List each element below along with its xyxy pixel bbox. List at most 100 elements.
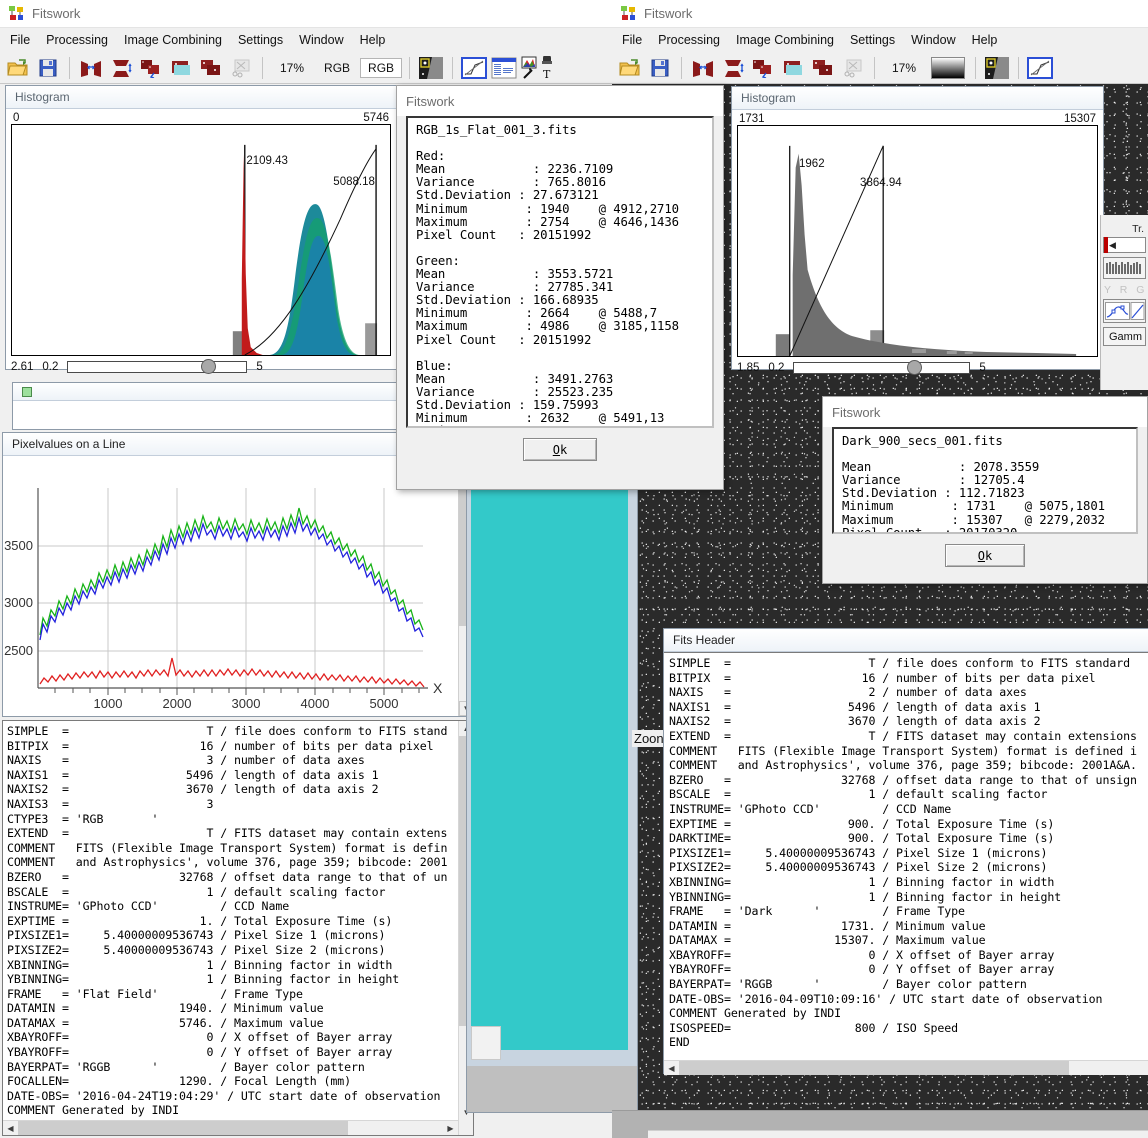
rgb-statistics-dialog[interactable]: Fitswork RGB_1s_Flat_001_3.fits Red: Mea…	[396, 85, 724, 490]
side-tool-strip[interactable]: Tr. ◀ Y R G	[1100, 215, 1148, 390]
menu-image-combining-front[interactable]: Image Combining	[728, 31, 842, 49]
histogram-icon[interactable]	[460, 55, 488, 81]
rgb-toggle-button[interactable]: RGB	[360, 58, 402, 78]
histogram-icon-front[interactable]	[1026, 55, 1054, 81]
open-folder-icon-front[interactable]	[616, 55, 644, 81]
dark-statistics-ok-button[interactable]: Ok	[945, 544, 1025, 567]
fits-header-textview-left[interactable]: SIMPLE = T / file does conform to FITS s…	[2, 720, 474, 1136]
dark-statistics-dialog-title: Fitswork	[823, 397, 1147, 427]
image-stack-icon-front[interactable]	[779, 55, 807, 81]
crop-scissors-icon[interactable]	[227, 55, 255, 81]
open-folder-icon[interactable]	[4, 55, 32, 81]
mirror-horizontal-icon-front[interactable]	[689, 55, 717, 81]
menu-settings[interactable]: Settings	[230, 31, 291, 49]
rgb-statistics-text: RGB_1s_Flat_001_3.fits Red: Mean : 2236.…	[416, 124, 704, 428]
gamma-button-label: Gamm	[1109, 331, 1142, 343]
scroll-right-arrow-icon[interactable]: ▶	[443, 1121, 458, 1136]
teal-image-canvas[interactable]	[471, 410, 628, 1050]
svg-text:3000: 3000	[4, 595, 33, 610]
menubar-front[interactable]: File Processing Image Combining Settings…	[612, 28, 1148, 52]
fits-header-left-hscrollbar[interactable]: ◀ ▶	[3, 1120, 458, 1135]
histogram-right-max: 15307	[1064, 113, 1096, 125]
histogram-left-slider-max: 5	[256, 361, 262, 373]
fits-header-left-text: SIMPLE = T / file does conform to FITS s…	[3, 721, 473, 1136]
dark-statistics-dialog-body: Dark_900_secs_001.fits Mean : 2078.3559 …	[832, 427, 1138, 534]
histogram-right-footer[interactable]: 1.85 0.2 5	[737, 357, 1098, 374]
hscroll-thumb-right[interactable]	[679, 1061, 1069, 1075]
histogram-panel-left[interactable]: Histogram 0 5746	[5, 85, 397, 370]
teal-image-window[interactable]	[466, 403, 638, 1113]
histogram-left-marker-low: 2109.43	[246, 155, 288, 167]
menu-image-combining[interactable]: Image Combining	[116, 31, 230, 49]
hscroll-thumb[interactable]	[18, 1121, 348, 1136]
pixelvalues-chart: 3500 3000 2500 1000 2000 3000 4000 5000 …	[3, 458, 458, 710]
fits-header-panel-right[interactable]: Fits Header SIMPLE = T / file does confo…	[663, 628, 1148, 1074]
save-disk-icon-front[interactable]	[646, 55, 674, 81]
scroll-left-arrow-icon[interactable]: ◀	[3, 1121, 18, 1136]
statusbar-front	[612, 1110, 1148, 1138]
menu-settings-front[interactable]: Settings	[842, 31, 903, 49]
image-stack-icon[interactable]	[167, 55, 195, 81]
toolbar-front[interactable]: 17%	[612, 52, 1148, 84]
histogram-right-plot[interactable]: 1962 3864.94	[737, 125, 1098, 357]
menu-help-front[interactable]: Help	[964, 31, 1006, 49]
gradient-swatch-icon[interactable]	[928, 55, 968, 81]
histogram-right-scale: 1731 15307	[737, 113, 1098, 125]
window-titlebar-back[interactable]: Fitswork	[0, 0, 614, 28]
rgb-label[interactable]: RGB	[316, 58, 358, 78]
histogram-left-slider[interactable]	[67, 361, 247, 373]
histogram-left-footer[interactable]: 2.61 0.2 5	[11, 356, 391, 373]
slider-knob[interactable]	[201, 359, 216, 374]
zoom-level-label: 17%	[270, 61, 314, 75]
histogram-panel-right[interactable]: Histogram 1731 15307	[731, 86, 1104, 370]
histogram-right-slider[interactable]	[793, 362, 970, 374]
menu-help[interactable]: Help	[352, 31, 394, 49]
toolbar-back[interactable]: 17% RGB RGB	[0, 52, 614, 84]
histogram-panel-left-title: Histogram	[6, 86, 396, 109]
toolbar-separator-front	[681, 57, 682, 79]
gamma-button[interactable]: Gamm	[1103, 327, 1146, 346]
crop-scissors-icon-front[interactable]	[839, 55, 867, 81]
save-disk-icon[interactable]	[34, 55, 62, 81]
dark-statistics-dialog[interactable]: Fitswork Dark_900_secs_001.fits Mean : 2…	[822, 396, 1148, 584]
side-tool-yrg-label: Y R G	[1101, 283, 1148, 299]
histogram-left-plot[interactable]: 2109.43 5088.18	[11, 124, 391, 356]
menubar-back[interactable]: File Processing Image Combining Settings…	[0, 28, 614, 52]
svg-text:2000: 2000	[163, 696, 192, 710]
side-tool-tr-label: Tr.	[1101, 215, 1148, 237]
svg-text:5000: 5000	[370, 696, 399, 710]
teal-window-scroll-corner[interactable]	[471, 1026, 501, 1060]
menu-window-front[interactable]: Window	[903, 31, 963, 49]
window-titlebar-front[interactable]: Fitswork	[612, 0, 1148, 28]
rgb-statistics-ok-button[interactable]: Ok	[523, 438, 597, 461]
histogram-right-marker-high: 3864.94	[860, 177, 902, 189]
image-pair-icon-front[interactable]	[809, 55, 837, 81]
app-icon-front	[620, 5, 637, 22]
starfield-icon[interactable]	[417, 55, 445, 81]
mirror-vertical-icon-front[interactable]	[719, 55, 747, 81]
dark-ok-rest: k	[985, 549, 992, 563]
image-pair-icon[interactable]	[197, 55, 225, 81]
color-picker-icon[interactable]: T	[520, 55, 556, 81]
rotate-icon-front[interactable]	[749, 55, 777, 81]
mirror-horizontal-icon[interactable]	[77, 55, 105, 81]
menu-window[interactable]: Window	[291, 31, 351, 49]
rgb-statistics-dialog-title: Fitswork	[397, 86, 723, 116]
transfer-slider[interactable]: ◀	[1103, 237, 1146, 253]
lut-bars-icon[interactable]	[1103, 257, 1146, 279]
window-restore-icon[interactable]	[22, 387, 32, 397]
fits-header-right-hscrollbar[interactable]: ◀ ▶	[664, 1060, 1148, 1075]
curve-editor-icon[interactable]	[1103, 299, 1146, 323]
menu-processing-front[interactable]: Processing	[650, 31, 728, 49]
svg-text:3000: 3000	[232, 696, 261, 710]
menu-file[interactable]: File	[0, 31, 38, 49]
menu-file-front[interactable]: File	[612, 31, 650, 49]
scroll-left-arrow-icon-right[interactable]: ◀	[664, 1061, 679, 1075]
starfield-icon-front[interactable]	[983, 55, 1011, 81]
mirror-vertical-icon[interactable]	[107, 55, 135, 81]
rotate-icon[interactable]	[137, 55, 165, 81]
fits-header-textview-right[interactable]: SIMPLE = T / file does conform to FITS s…	[664, 652, 1148, 1075]
slider-knob-right[interactable]	[907, 360, 922, 375]
fits-header-icon[interactable]	[490, 55, 518, 81]
menu-processing[interactable]: Processing	[38, 31, 116, 49]
